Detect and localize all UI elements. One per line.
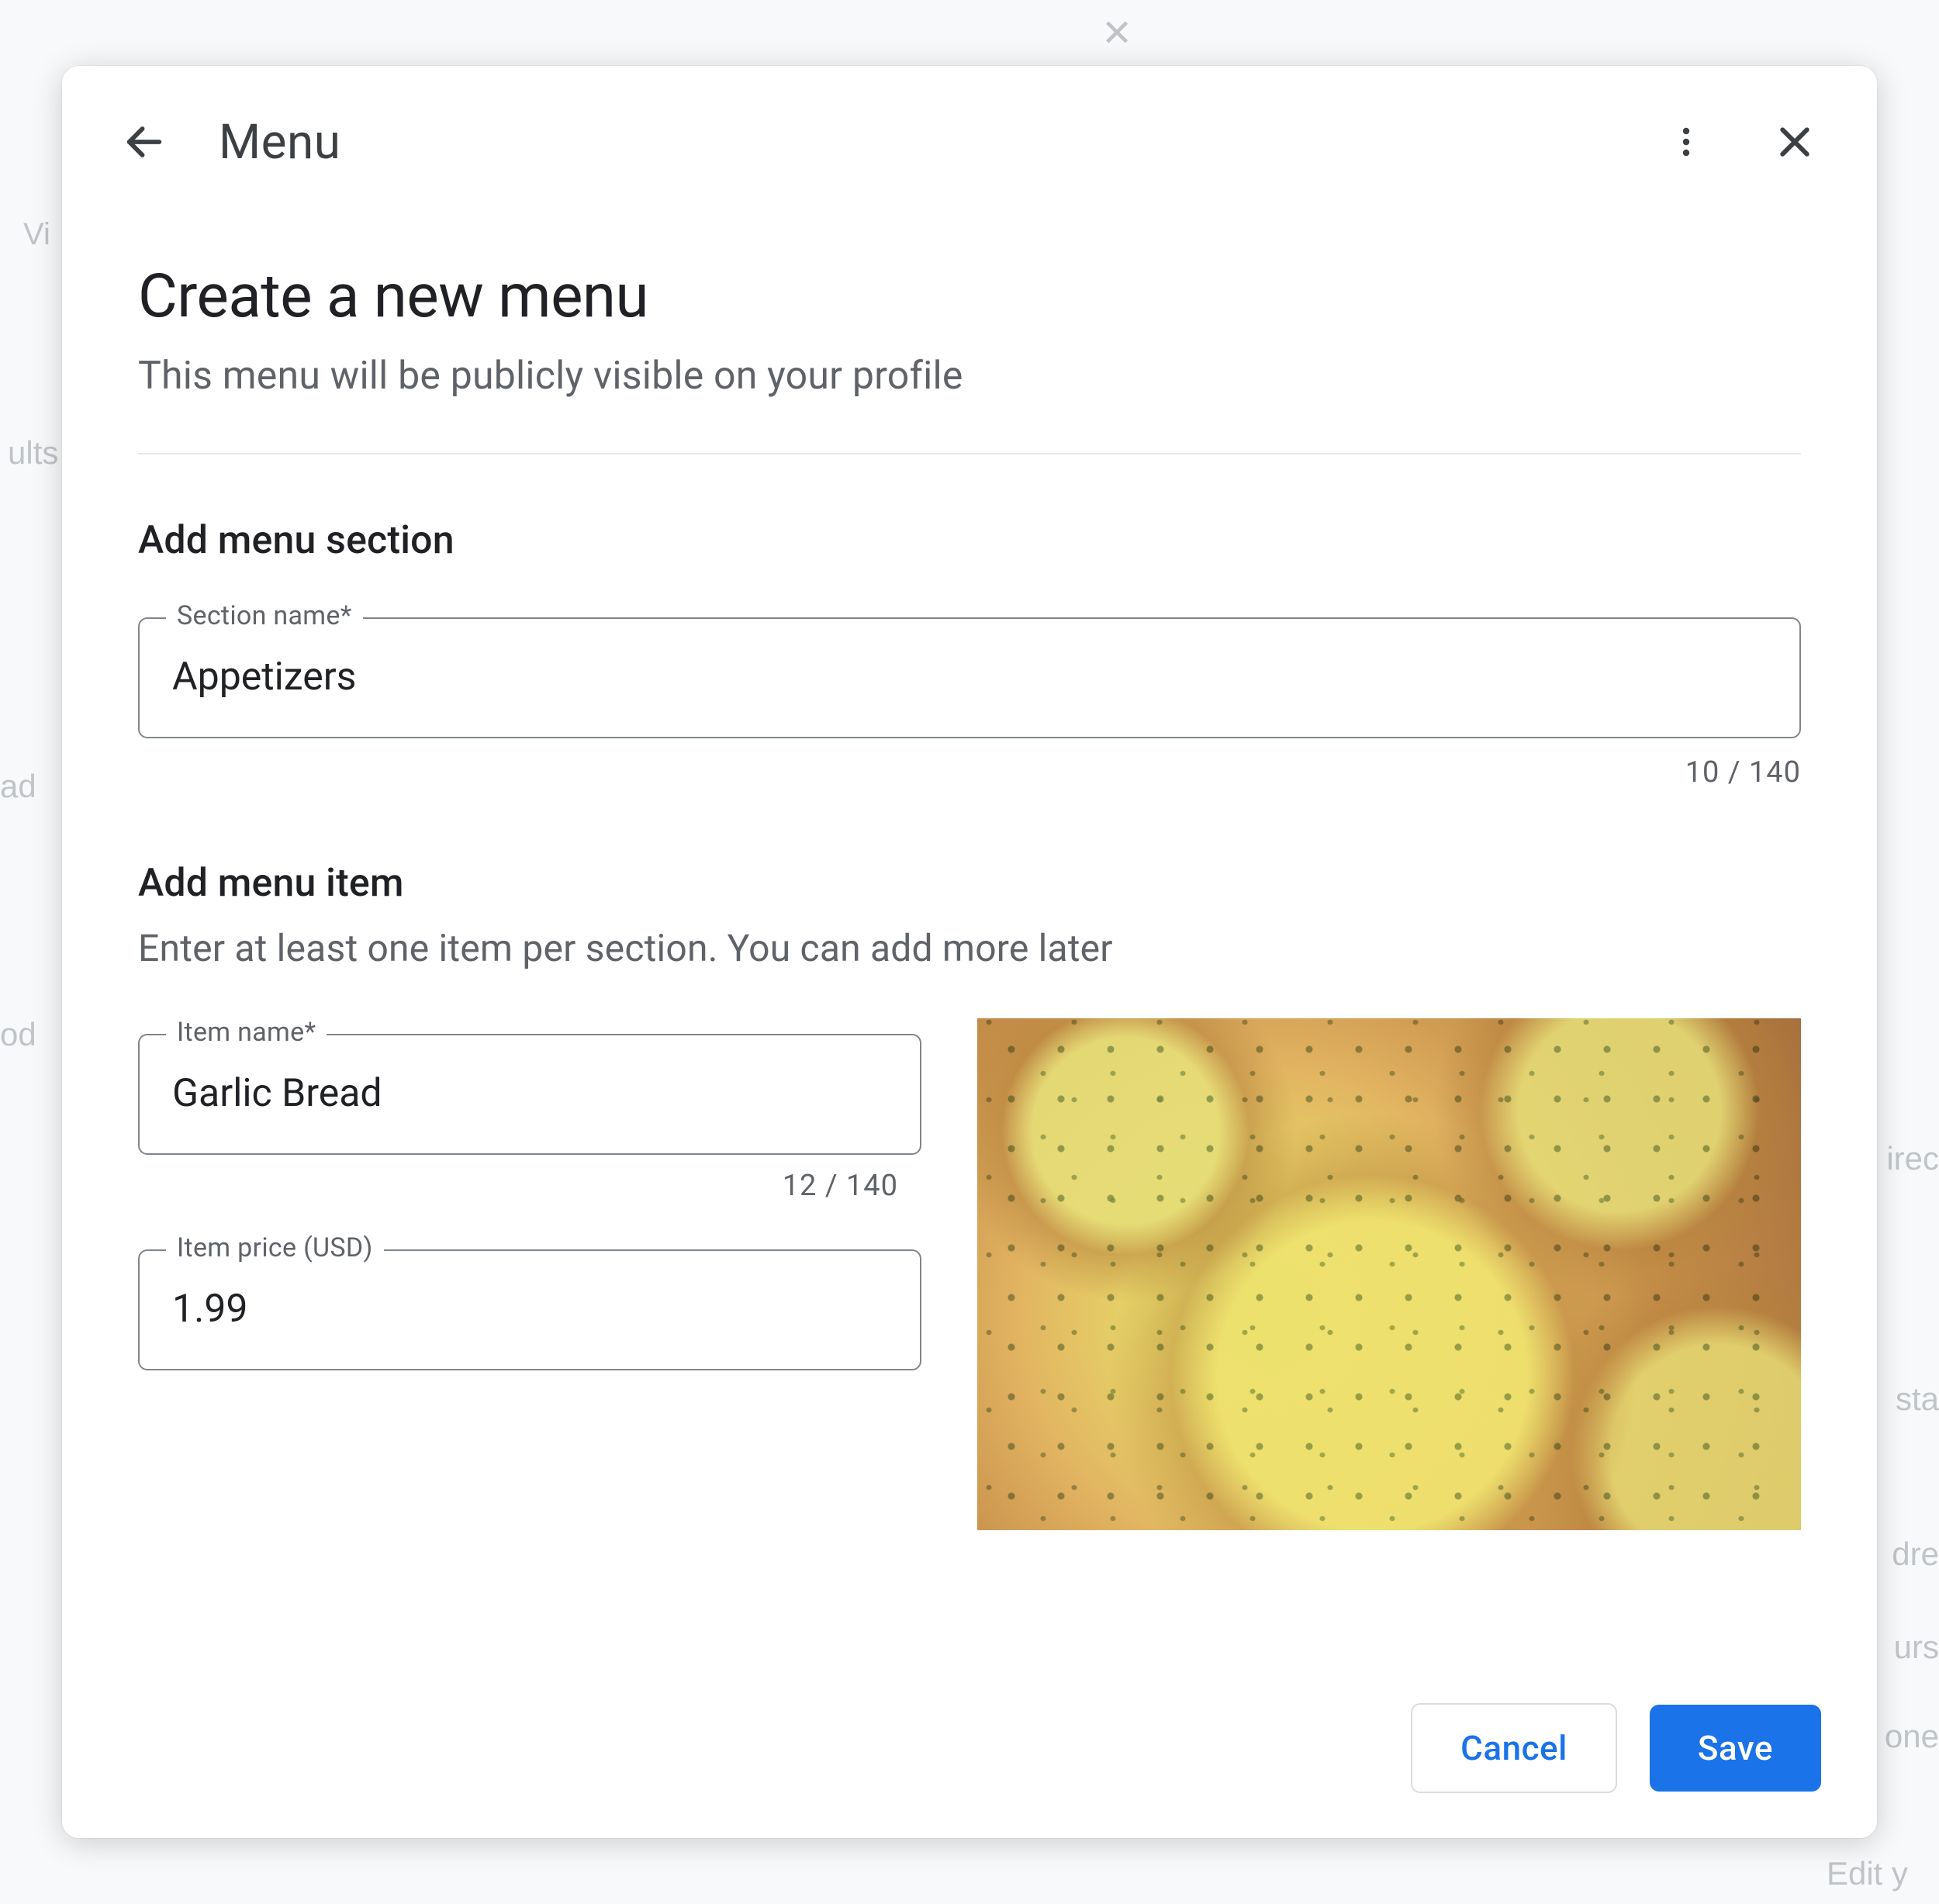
section-name-label: Section name* <box>166 600 363 631</box>
modal-footer: Cancel Save <box>62 1671 1877 1838</box>
item-name-field: Item name* <box>138 1034 921 1155</box>
add-item-heading: Add menu item <box>138 861 1801 906</box>
item-name-input[interactable] <box>138 1034 921 1155</box>
more-options-button[interactable] <box>1647 103 1725 181</box>
close-button[interactable] <box>1756 103 1834 181</box>
add-item-subheading: Enter at least one item per section. You… <box>138 926 1801 970</box>
bg-text-7: dre <box>1892 1536 1939 1573</box>
item-name-label: Item name* <box>166 1017 327 1048</box>
bg-text-3: ad <box>0 768 36 805</box>
bg-close-hint: ✕ <box>1101 12 1132 55</box>
section-name-field: Section name* <box>138 617 1801 738</box>
bg-text-8: urs <box>1894 1629 1939 1666</box>
bg-text-5: irec <box>1886 1140 1939 1177</box>
section-name-counter: 10 / 140 <box>138 755 1801 790</box>
page-heading: Create a new menu <box>138 261 1801 332</box>
save-button[interactable]: Save <box>1650 1705 1821 1792</box>
bg-text-6: sta <box>1896 1380 1939 1418</box>
modal-title: Menu <box>219 114 340 171</box>
bg-text-10: Edit y <box>1827 1855 1908 1892</box>
close-icon <box>1774 121 1816 163</box>
more-vertical-icon <box>1668 123 1705 161</box>
item-image[interactable] <box>977 1018 1801 1530</box>
cancel-button[interactable]: Cancel <box>1411 1703 1617 1793</box>
item-image-column <box>977 1018 1801 1530</box>
back-button[interactable] <box>105 103 183 181</box>
item-fields-column: Item name* 12 / 140 Item price (USD) <box>138 1018 921 1370</box>
add-section-heading: Add menu section <box>138 518 1801 563</box>
arrow-left-icon <box>122 119 167 164</box>
modal-body: Create a new menu This menu will be publ… <box>62 215 1877 1671</box>
item-price-label: Item price (USD) <box>166 1232 384 1263</box>
page-subheading: This menu will be publicly visible on yo… <box>138 354 1801 399</box>
bg-text-1: Vi <box>23 217 50 252</box>
item-row: Item name* 12 / 140 Item price (USD) <box>138 1018 1801 1530</box>
divider <box>138 453 1801 454</box>
bg-text-4: od <box>0 1016 36 1053</box>
item-name-counter: 12 / 140 <box>138 1169 921 1203</box>
menu-modal: Menu Create a new menu This menu will be… <box>62 66 1877 1838</box>
bg-text-2: ults <box>8 434 58 472</box>
bg-text-9: one <box>1885 1718 1939 1755</box>
item-price-input[interactable] <box>138 1249 921 1370</box>
modal-header: Menu <box>62 66 1877 215</box>
item-price-field: Item price (USD) <box>138 1249 921 1370</box>
section-name-input[interactable] <box>138 617 1801 738</box>
